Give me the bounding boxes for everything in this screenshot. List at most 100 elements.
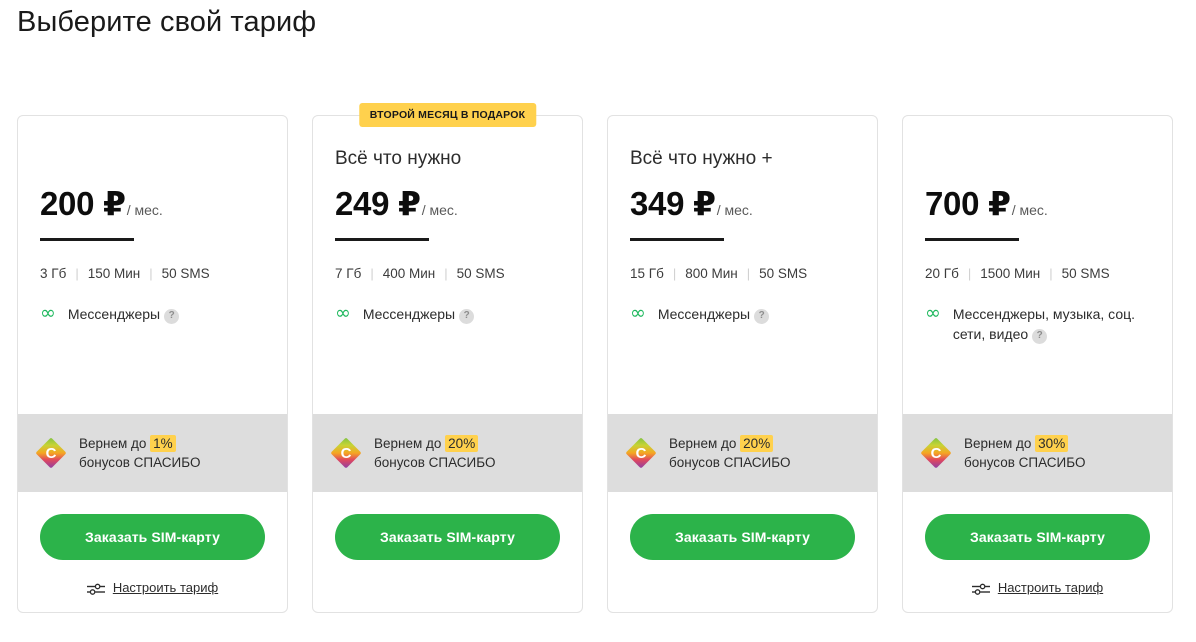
price-divider bbox=[335, 238, 429, 241]
cashback-suffix: бонусов СПАСИБО bbox=[374, 455, 496, 470]
cashback-text: Вернем до 30% бонусов СПАСИБО bbox=[964, 434, 1085, 472]
infinity-icon: ∞ bbox=[925, 302, 941, 324]
plan-extras: ∞ Мессенджеры? bbox=[40, 304, 269, 324]
plan-specs: 15 Гб | 800 Мин | 50 SMS bbox=[630, 266, 807, 281]
price-row: 700 ₽ / мес. bbox=[925, 184, 1048, 223]
help-icon[interactable]: ? bbox=[754, 308, 770, 324]
spasibo-letter: С bbox=[45, 444, 57, 462]
help-icon[interactable]: ? bbox=[164, 308, 180, 324]
cashback-prefix: Вернем до bbox=[669, 436, 737, 451]
tariff-card-body: 700 ₽ / мес. 20 Гб | 1500 Мин | 50 SMS ∞ Мессенд… bbox=[903, 116, 1172, 414]
price-divider bbox=[40, 238, 134, 241]
plan-specs: 7 Гб | 400 Мин | 50 SMS bbox=[335, 266, 505, 281]
tariff-card-list: 200 ₽ / мес. 3 Гб | 150 Мин | 50 SMS ∞ Мессендже… bbox=[17, 103, 1179, 613]
spec-minutes: 400 Мин bbox=[382, 266, 436, 281]
price-row: 249 ₽ / мес. bbox=[335, 184, 458, 223]
tariff-card-body: Всё что нужно 249 ₽ / мес. 7 Гб | 400 Мин | 50 … bbox=[313, 116, 582, 414]
infinity-icon: ∞ bbox=[40, 302, 56, 324]
spec-minutes: 800 Мин bbox=[685, 266, 738, 281]
tariff-card-body: 200 ₽ / мес. 3 Гб | 150 Мин | 50 SMS ∞ Мессендже… bbox=[18, 116, 287, 414]
spec-separator: | bbox=[746, 266, 751, 281]
plan-name: Всё что нужно + bbox=[630, 148, 773, 169]
price-divider bbox=[630, 238, 724, 241]
plan-name: Всё что нужно bbox=[335, 148, 462, 169]
help-icon[interactable]: ? bbox=[1032, 328, 1048, 344]
promo-badge: ВТОРОЙ МЕСЯЦ В ПОДАРОК bbox=[358, 103, 537, 127]
order-sim-button[interactable]: Заказать SIM-карту bbox=[630, 514, 855, 560]
spec-sms: 50 SMS bbox=[759, 266, 808, 281]
spasibo-letter: С bbox=[635, 444, 647, 462]
cashback-suffix: бонусов СПАСИБО bbox=[669, 455, 791, 470]
spec-sms: 50 SMS bbox=[1061, 266, 1110, 281]
cashback-banner: С Вернем до 1% бонусов СПАСИБО bbox=[18, 414, 287, 492]
configure-tariff-link[interactable]: Настроить тариф bbox=[925, 580, 1150, 595]
plan-extras: ∞ Мессенджеры? bbox=[630, 304, 859, 324]
spasibo-letter: С bbox=[930, 444, 942, 462]
spasibo-icon: С bbox=[920, 437, 952, 469]
order-sim-button[interactable]: Заказать SIM-карту bbox=[925, 514, 1150, 560]
price-period: / мес. bbox=[1011, 202, 1048, 218]
spec-data: 15 Гб bbox=[630, 266, 664, 281]
spec-separator: | bbox=[370, 266, 374, 281]
cashback-text: Вернем до 20% бонусов СПАСИБО bbox=[669, 434, 790, 472]
price-row: 349 ₽ / мес. bbox=[630, 184, 753, 223]
cashback-prefix: Вернем до bbox=[79, 436, 147, 451]
spasibo-letter: С bbox=[340, 444, 352, 462]
extras-label: Мессенджеры? bbox=[68, 304, 180, 324]
currency-symbol: ₽ bbox=[988, 185, 1011, 222]
configure-tariff-link[interactable]: Настроить тариф bbox=[40, 580, 265, 595]
price-divider bbox=[925, 238, 1019, 241]
extras-label: Мессенджеры, музыка, соц. сети, видео? bbox=[952, 306, 1136, 344]
tariff-card[interactable]: 200 ₽ / мес. 3 Гб | 150 Мин | 50 SMS ∞ Мессендже… bbox=[17, 115, 288, 613]
plan-specs: 20 Гб | 1500 Мин | 50 SMS bbox=[925, 266, 1110, 281]
order-sim-button[interactable]: Заказать SIM-карту bbox=[40, 514, 265, 560]
cashback-prefix: Вернем до bbox=[964, 436, 1032, 451]
tariff-card-body: Всё что нужно + 349 ₽ / мес. 15 Гб | 800 Мин |… bbox=[608, 116, 877, 414]
spec-minutes: 1500 Мин bbox=[980, 266, 1041, 281]
spec-data: 7 Гб bbox=[335, 266, 362, 281]
tariff-card[interactable]: Всё что нужно + 349 ₽ / мес. 15 Гб | 800 Мин |… bbox=[607, 115, 878, 613]
tariff-card-actions: Заказать SIM-карту Настроить тариф bbox=[903, 492, 1172, 612]
price-period: / мес. bbox=[126, 202, 163, 218]
spec-data: 3 Гб bbox=[40, 266, 67, 281]
plan-extras: ∞ Мессенджеры, музыка, соц. сети, видео? bbox=[925, 304, 1154, 344]
plan-extras: ∞ Мессенджеры? bbox=[335, 304, 564, 324]
cashback-text: Вернем до 1% бонусов СПАСИБО bbox=[79, 434, 200, 472]
spec-sms: 50 SMS bbox=[456, 266, 505, 281]
order-sim-button[interactable]: Заказать SIM-карту bbox=[335, 514, 560, 560]
cashback-prefix: Вернем до bbox=[374, 436, 442, 451]
infinity-icon: ∞ bbox=[630, 302, 646, 324]
sliders-icon bbox=[86, 582, 105, 595]
cashback-text: Вернем до 20% бонусов СПАСИБО bbox=[374, 434, 495, 472]
spec-separator: | bbox=[967, 266, 972, 281]
spec-separator: | bbox=[444, 266, 448, 281]
cashback-suffix: бонусов СПАСИБО bbox=[964, 455, 1086, 470]
tariff-card[interactable]: 700 ₽ / мес. 20 Гб | 1500 Мин | 50 SMS ∞ Мессенд… bbox=[902, 115, 1173, 613]
price-amount: 349 ₽ bbox=[630, 185, 716, 222]
cashback-banner: С Вернем до 20% бонусов СПАСИБО bbox=[608, 414, 877, 492]
cashback-percent: 30% bbox=[1035, 435, 1069, 452]
cashback-banner: С Вернем до 20% бонусов СПАСИБО bbox=[313, 414, 582, 492]
cashback-percent: 20% bbox=[445, 435, 479, 452]
spec-sms: 50 SMS bbox=[161, 266, 210, 281]
price-amount: 200 ₽ bbox=[40, 185, 126, 222]
configure-tariff-label: Настроить тариф bbox=[112, 580, 219, 595]
spec-separator: | bbox=[672, 266, 677, 281]
tariff-card-actions: Заказать SIM-карту bbox=[313, 492, 582, 612]
price-period: / мес. bbox=[716, 202, 753, 218]
spasibo-icon: С bbox=[625, 437, 657, 469]
price-amount: 700 ₽ bbox=[925, 185, 1011, 222]
cashback-banner: С Вернем до 30% бонусов СПАСИБО bbox=[903, 414, 1172, 492]
tariff-card-actions: Заказать SIM-карту bbox=[608, 492, 877, 612]
spasibo-icon: С bbox=[35, 437, 67, 469]
price-row: 200 ₽ / мес. bbox=[40, 184, 163, 223]
tariff-card[interactable]: ВТОРОЙ МЕСЯЦ В ПОДАРОК Всё что нужно 249 ₽… bbox=[312, 103, 583, 613]
tariff-selection-page: Выберите свой тариф 200 ₽ / мес. 3 Гб | 150 … bbox=[0, 0, 1196, 642]
extras-label: Мессенджеры? bbox=[363, 304, 475, 324]
currency-symbol: ₽ bbox=[398, 185, 421, 222]
sliders-icon bbox=[971, 582, 990, 595]
spec-data: 20 Гб bbox=[925, 266, 959, 281]
help-icon[interactable]: ? bbox=[459, 308, 475, 324]
cashback-percent: 1% bbox=[150, 435, 176, 452]
price-amount: 249 ₽ bbox=[335, 185, 421, 222]
